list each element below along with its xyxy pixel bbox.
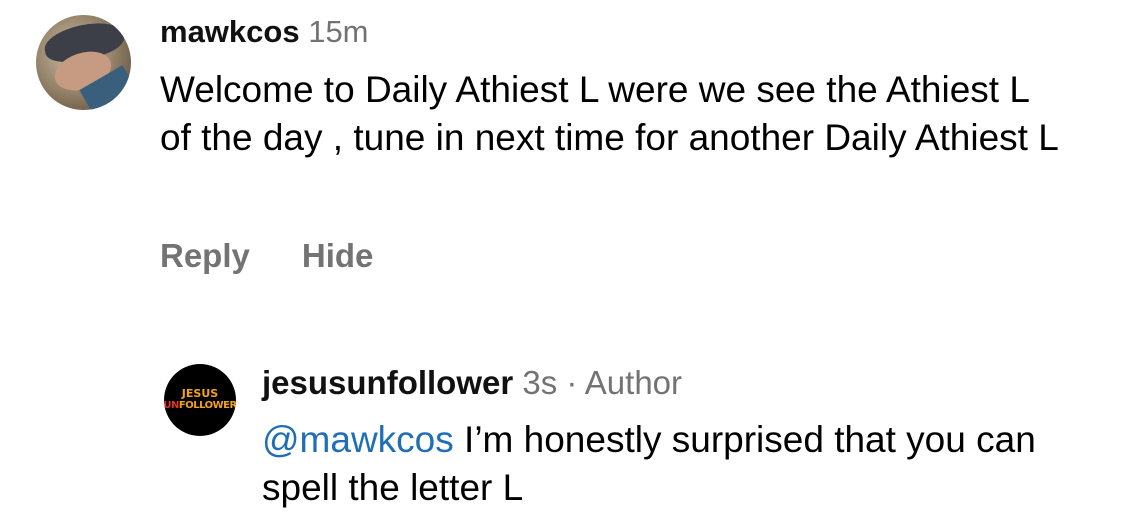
avatar-logo-follower: FOLLOWER: [178, 400, 236, 411]
reply-button[interactable]: Reply: [160, 234, 250, 278]
username[interactable]: mawkcos: [160, 14, 300, 49]
avatar-logo-line2: UNFOLLOWER: [164, 400, 236, 412]
comment-header: mawkcos 15m: [160, 12, 369, 52]
separator: ·: [566, 364, 578, 401]
comment-header: jesusunfollower 3s · Author: [262, 363, 682, 403]
comment-text: @mawkcos I’m honestly surprised that you…: [262, 416, 1122, 512]
comment-text: Welcome to Daily Athiest L were we see t…: [160, 69, 1059, 158]
mention-link[interactable]: @mawkcos: [262, 419, 454, 460]
comment: mawkcos 15m Welcome to Daily Athiest L w…: [0, 0, 1128, 300]
avatar[interactable]: JESUS UNFOLLOWER: [164, 364, 236, 436]
username[interactable]: jesusunfollower: [262, 364, 513, 401]
avatar[interactable]: [36, 15, 131, 110]
hide-button[interactable]: Hide: [302, 234, 374, 278]
reply-comment: JESUS UNFOLLOWER jesusunfollower 3s · Au…: [0, 300, 1128, 523]
timestamp: 3s: [522, 364, 558, 401]
avatar-logo-line1: JESUS: [181, 387, 219, 400]
author-badge: Author: [584, 364, 683, 401]
avatar-logo-un: UN: [164, 400, 179, 411]
comment-actions: Reply Hide: [160, 234, 373, 278]
timestamp: 15m: [308, 14, 369, 49]
